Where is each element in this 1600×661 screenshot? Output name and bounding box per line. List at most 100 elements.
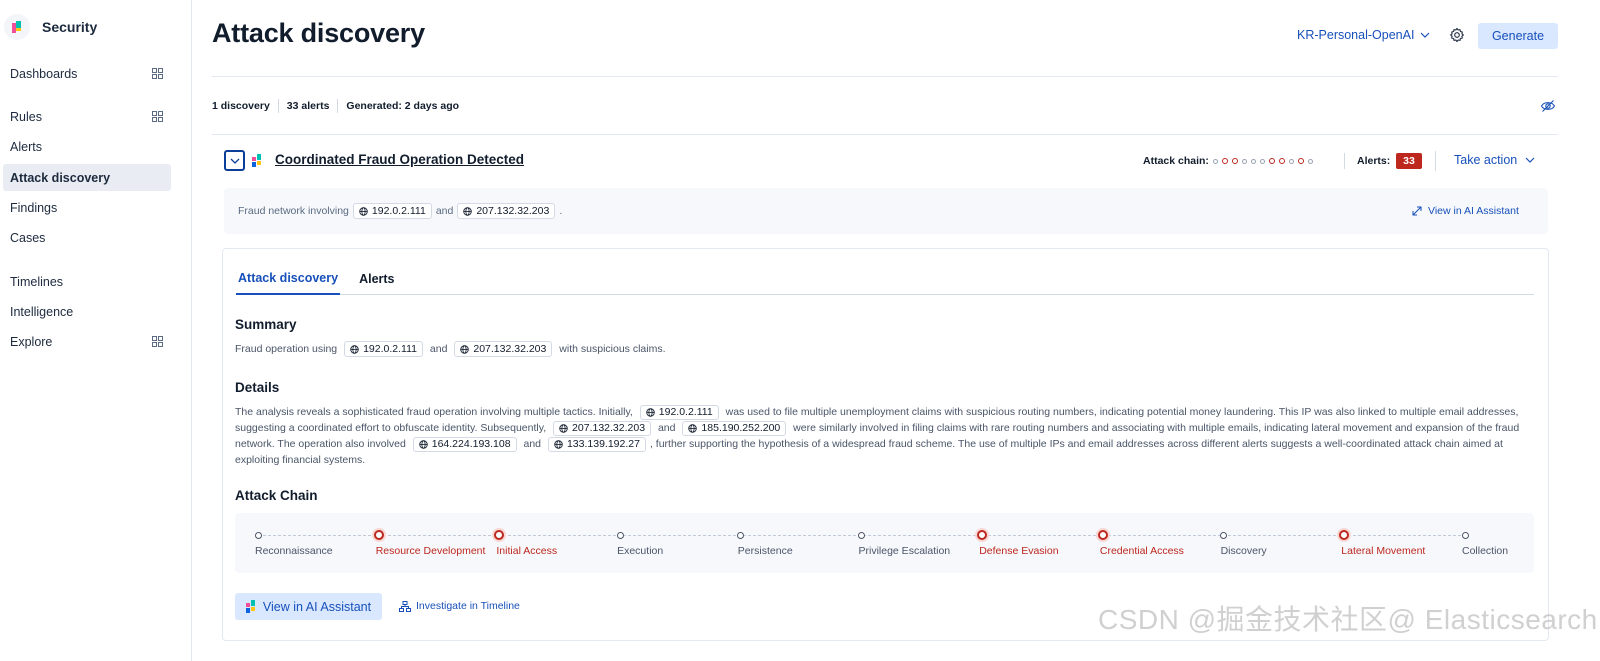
ip-value: 185.190.252.200 — [701, 422, 781, 435]
summary-heading: Summary — [235, 317, 297, 332]
tactic-label: Persistence — [737, 545, 793, 557]
sidebar-item-label: Intelligence — [10, 304, 74, 319]
sidebar-item-cases[interactable]: Cases — [3, 224, 171, 251]
ip-chip[interactable]: 185.190.252.200 — [682, 420, 787, 436]
timeline-icon — [399, 600, 411, 612]
tactic-marker — [254, 531, 262, 539]
ip-chip[interactable]: 207.132.32.203 — [457, 203, 556, 219]
tactic-dot — [1289, 158, 1294, 164]
ip-value: 192.0.2.111 — [363, 343, 417, 356]
investigate-in-timeline-label: Investigate in Timeline — [416, 600, 520, 612]
attack-chain-label: Attack chain: — [1143, 155, 1209, 167]
summary-text-part: and — [429, 343, 448, 355]
gear-icon[interactable] — [1449, 27, 1465, 43]
details-heading: Details — [235, 380, 280, 395]
view-in-ai-assistant-label: View in AI Assistant — [1428, 205, 1519, 217]
sidebar-item-label: Attack discovery — [10, 170, 111, 185]
details-text-part: The analysis reveals a sophisticated fra… — [235, 406, 633, 418]
ip-value: 164.224.193.108 — [431, 438, 511, 451]
sidebar-item-label: Explore — [10, 334, 53, 349]
ai-assistant-logo-icon — [245, 600, 255, 613]
ip-chip[interactable]: 207.132.32.203 — [553, 420, 652, 436]
ip-chip[interactable]: 192.0.2.111 — [639, 404, 719, 420]
ip-value: 207.132.32.203 — [572, 422, 646, 435]
sidebar-item-rules[interactable]: Rules — [3, 103, 171, 130]
ip-chip[interactable]: 192.0.2.111 — [344, 341, 423, 358]
tactic-detected-dot — [1222, 158, 1228, 164]
take-action-button[interactable]: Take action — [1454, 153, 1535, 167]
details-text-part: and — [523, 438, 542, 450]
sidebar-item-timelines[interactable]: Timelines — [3, 268, 171, 295]
eye-closed-icon[interactable] — [1540, 99, 1556, 113]
watermark: CSDN @掘金技术社区@ Elasticsearch中国社区官方博客 — [1098, 604, 1600, 635]
tactic-detected-dot — [1232, 158, 1238, 164]
tactic-marker — [1220, 531, 1228, 539]
view-in-ai-assistant-link[interactable]: View in AI Assistant — [1412, 205, 1519, 217]
apps-grid-icon[interactable] — [152, 68, 163, 79]
tactic-label: Execution — [617, 545, 664, 557]
tactic-detected-dot — [1269, 158, 1275, 164]
ip-value: 192.0.2.111 — [371, 205, 426, 217]
details-text-part: and — [657, 422, 676, 434]
apps-grid-icon[interactable] — [152, 336, 163, 347]
generate-button[interactable]: Generate — [1478, 23, 1558, 49]
generated-time: Generated: 2 days ago — [346, 100, 460, 112]
tab-alerts[interactable]: Alerts — [357, 262, 396, 295]
tactic-label: Reconnaissance — [255, 545, 333, 557]
divider — [1435, 151, 1436, 171]
details-text: The analysis reveals a sophisticated fra… — [235, 404, 1535, 468]
discovery-stats: 1 discovery 33 alerts Generated: 2 days … — [212, 99, 459, 113]
brand[interactable]: Security — [4, 12, 97, 42]
tactic-label: Resource Development — [375, 545, 486, 557]
ip-chip[interactable]: 133.139.192.27 — [547, 436, 646, 452]
tactic-dot — [1251, 158, 1256, 164]
tactic-dot — [1308, 158, 1313, 164]
sidebar-item-alerts[interactable]: Alerts — [3, 133, 171, 160]
tactic-marker — [616, 531, 624, 539]
divider — [337, 99, 339, 113]
sidebar-item-dashboards[interactable]: Dashboards — [3, 60, 171, 87]
tactic-label: Privilege Escalation — [858, 545, 951, 557]
ip-chip[interactable]: 192.0.2.111 — [352, 203, 432, 219]
tactic-marker — [1097, 530, 1108, 540]
ip-chip[interactable]: 164.224.193.108 — [412, 436, 517, 452]
globe-icon — [559, 423, 568, 433]
ip-chip[interactable]: 207.132.32.203 — [454, 341, 553, 358]
view-in-ai-assistant-button[interactable]: View in AI Assistant — [235, 593, 382, 620]
sidebar-item-label: Findings — [10, 200, 58, 215]
alerts-count-badge: 33 — [1396, 153, 1422, 169]
ip-value: 207.132.32.203 — [476, 205, 550, 217]
sidebar-item-intelligence[interactable]: Intelligence — [3, 298, 171, 325]
discovery-count: 1 discovery — [212, 100, 270, 112]
sidebar-item-findings[interactable]: Findings — [3, 194, 171, 221]
tactic-detected-dot — [1298, 158, 1304, 164]
investigate-in-timeline-link[interactable]: Investigate in Timeline — [399, 600, 520, 612]
attack-chain-box — [235, 513, 1534, 573]
globe-icon — [350, 344, 359, 354]
discovery-title[interactable]: Coordinated Fraud Operation Detected — [275, 152, 524, 167]
sidebar-item-label: Alerts — [10, 139, 42, 154]
apps-grid-icon[interactable] — [152, 111, 163, 122]
collapse-toggle-button[interactable] — [224, 150, 245, 171]
brand-title: Security — [42, 19, 98, 35]
sidebar-item-attack-discovery[interactable]: Attack discovery — [3, 164, 171, 191]
globe-icon — [688, 423, 698, 433]
globe-icon — [359, 206, 368, 216]
alerts-count: 33 alerts — [286, 100, 330, 112]
divider — [277, 99, 279, 113]
chevron-down-icon — [230, 158, 239, 164]
chevron-down-icon — [1525, 157, 1535, 163]
globe-icon — [463, 206, 473, 216]
tactic-marker — [373, 530, 384, 540]
sidebar-item-label: Rules — [10, 109, 42, 124]
summary-and: and — [435, 205, 454, 217]
tactic-label: Discovery — [1220, 545, 1267, 557]
tactic-label: Initial Access — [496, 545, 558, 557]
tactic-label: Defense Evasion — [979, 545, 1059, 557]
globe-icon — [460, 344, 470, 354]
attack-chain-mini — [1213, 158, 1313, 164]
tactic-label: Credential Access — [1099, 545, 1184, 557]
tab-attack-discovery[interactable]: Attack discovery — [236, 262, 341, 295]
sidebar-item-explore[interactable]: Explore — [3, 328, 171, 355]
connector-selector[interactable]: KR-Personal-OpenAI — [1297, 28, 1430, 42]
